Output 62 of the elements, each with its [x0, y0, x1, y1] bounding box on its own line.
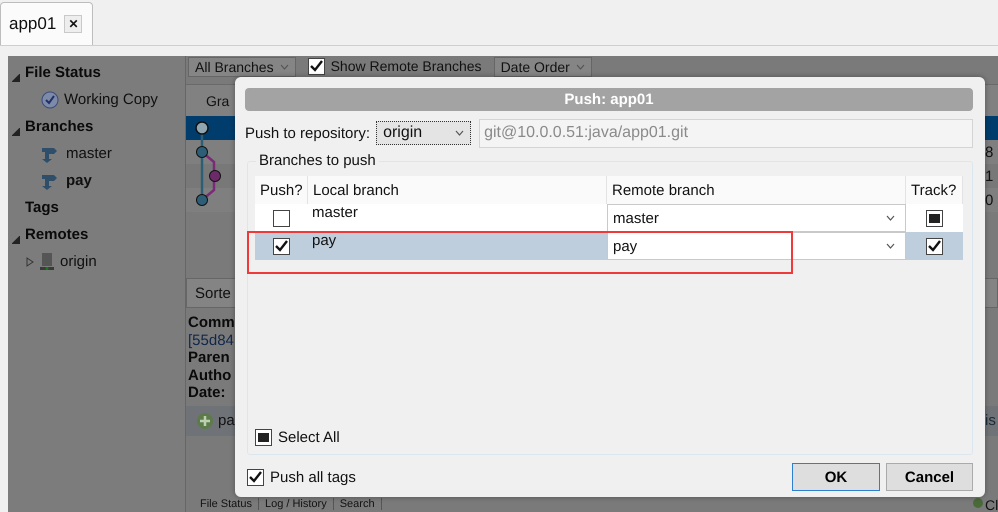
- status-text: Cl: [985, 498, 998, 512]
- chevron-icon: [886, 243, 895, 249]
- commit-detail-text: Date:: [188, 384, 227, 402]
- chevron-icon: [886, 215, 895, 221]
- group-title: Branches to push: [256, 152, 379, 169]
- close-button[interactable]: ✕: [64, 15, 82, 33]
- checkbox[interactable]: [926, 210, 943, 226]
- chevron-icon: [455, 130, 464, 136]
- order-dropdown[interactable]: Date Order: [494, 57, 592, 77]
- chevron-icon: [280, 64, 289, 70]
- checkbox-label: Select All: [278, 429, 340, 446]
- sidebar-item[interactable]: pay: [8, 167, 185, 194]
- file-name: pa: [218, 412, 235, 429]
- column-header: Push?: [255, 176, 308, 204]
- sidebar-item[interactable]: master: [8, 140, 185, 167]
- view-tab[interactable]: Search: [334, 498, 382, 510]
- table-cell: master: [308, 204, 607, 232]
- view-tab[interactable]: File Status: [194, 498, 259, 510]
- commit-detail-text: Paren: [188, 349, 231, 366]
- server-icon: [39, 252, 55, 272]
- chevron-icon: [576, 64, 585, 70]
- column-header: Remote branch: [607, 176, 906, 204]
- table-cell-text: 8: [985, 144, 994, 160]
- status-dot-icon: [973, 498, 983, 508]
- branch-filter-dropdown[interactable]: All Branches: [188, 57, 296, 77]
- check-circle-icon: [41, 90, 59, 108]
- document-tab[interactable]: app01 ✕: [0, 2, 94, 45]
- checkbox-label: Push all tags: [270, 468, 356, 486]
- sidebar-section[interactable]: Branches: [8, 113, 185, 140]
- remote-branch-dropdown[interactable]: master: [607, 204, 906, 232]
- checkbox[interactable]: [247, 468, 264, 486]
- commit-detail-text: Comm: [188, 314, 236, 332]
- checkbox-label: Show Remote Branches: [330, 58, 482, 74]
- table-cell: pay: [308, 232, 607, 260]
- repository-dropdown[interactable]: origin: [376, 121, 472, 145]
- table-cell-text: 0: [985, 192, 994, 208]
- tab-label: app01: [9, 14, 56, 34]
- sidebar-section[interactable]: Remotes: [8, 221, 185, 248]
- column-header: Track?: [906, 176, 963, 204]
- checkbox[interactable]: [255, 429, 272, 446]
- sort-dropdown-label[interactable]: Sorte: [187, 284, 231, 302]
- checkbox[interactable]: [308, 58, 325, 74]
- commit-detail-text: Autho: [188, 366, 232, 384]
- sidebar-item[interactable]: Working Copy: [8, 86, 185, 113]
- sidebar-section[interactable]: File Status: [8, 59, 185, 86]
- ok-button[interactable]: OK: [792, 463, 880, 491]
- dialog-title: Push: app01: [245, 88, 973, 111]
- commit-detail-text: [55d84: [188, 332, 235, 349]
- url-field[interactable]: git@10.0.0.51:java/app01.git: [479, 118, 973, 148]
- table-cell-text: 1: [985, 168, 994, 184]
- cancel-button[interactable]: Cancel: [886, 463, 973, 491]
- column-header: Local branch: [308, 176, 607, 204]
- sidebar-item[interactable]: origin: [8, 248, 185, 275]
- checkbox[interactable]: [273, 210, 290, 226]
- detail-text: is: [985, 412, 997, 429]
- sidebar-section[interactable]: Tags: [8, 194, 185, 221]
- remote-branch-dropdown[interactable]: pay: [607, 232, 906, 260]
- view-tab[interactable]: Log / History: [258, 498, 334, 510]
- checkbox[interactable]: [926, 238, 943, 254]
- checkbox[interactable]: [273, 238, 290, 254]
- repository-label: Push to repository:: [245, 124, 370, 142]
- plus-circle-icon: [196, 412, 214, 430]
